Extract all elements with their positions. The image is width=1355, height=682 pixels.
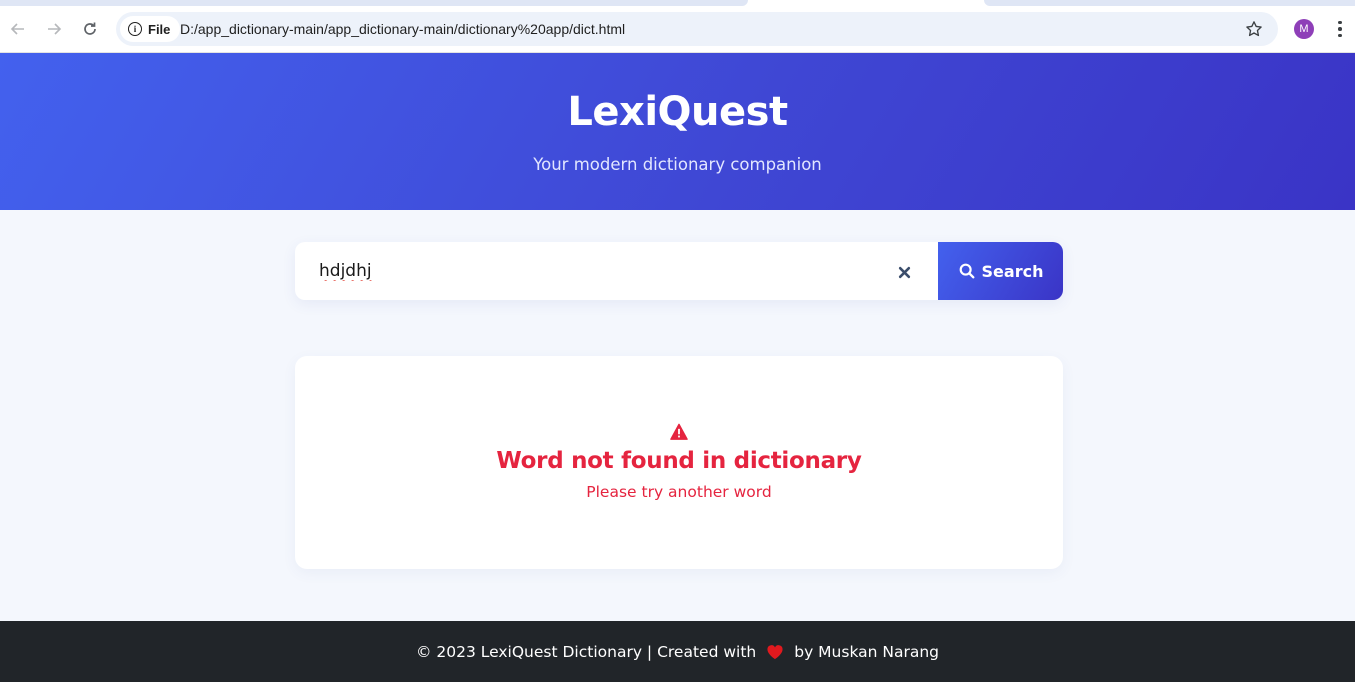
result-card: Word not found in dictionary Please try …: [295, 356, 1063, 569]
search-button[interactable]: Search: [938, 242, 1063, 300]
page-footer: © 2023 LexiQuest Dictionary | Created wi…: [0, 621, 1355, 682]
clear-icon[interactable]: [893, 261, 915, 283]
url-text[interactable]: D:/app_dictionary-main/app_dictionary-ma…: [180, 21, 625, 37]
back-arrow-icon[interactable]: [6, 17, 30, 41]
error-title: Word not found in dictionary: [496, 448, 862, 474]
app-subtitle: Your modern dictionary companion: [533, 155, 822, 174]
warning-icon: [670, 423, 688, 440]
profile-avatar[interactable]: M: [1294, 19, 1314, 39]
info-icon: i: [128, 22, 142, 36]
search-icon: [959, 263, 975, 279]
site-info-label: File: [148, 21, 171, 37]
heart-icon: [767, 644, 783, 659]
tab-strip: [0, 0, 748, 6]
reload-icon[interactable]: [78, 17, 102, 41]
search-button-label: Search: [981, 261, 1044, 281]
error-subtitle: Please try another word: [586, 483, 772, 501]
address-bar[interactable]: i File D:/app_dictionary-main/app_dictio…: [116, 12, 1278, 46]
page-header: LexiQuest Your modern dictionary compani…: [0, 53, 1355, 210]
forward-arrow-icon[interactable]: [42, 17, 66, 41]
browser-toolbar: i File D:/app_dictionary-main/app_dictio…: [0, 0, 1355, 53]
tab-strip: [984, 0, 1355, 6]
kebab-menu-icon[interactable]: [1330, 17, 1350, 41]
footer-author: by Muskan Narang: [794, 642, 940, 661]
footer-copyright: © 2023 LexiQuest Dictionary | Created wi…: [415, 642, 757, 661]
search-bar: Search: [295, 242, 1063, 300]
site-info-chip[interactable]: i File: [120, 16, 181, 42]
bookmark-star-icon[interactable]: [1242, 17, 1266, 41]
search-input[interactable]: [295, 242, 895, 300]
app-title: LexiQuest: [567, 89, 788, 135]
